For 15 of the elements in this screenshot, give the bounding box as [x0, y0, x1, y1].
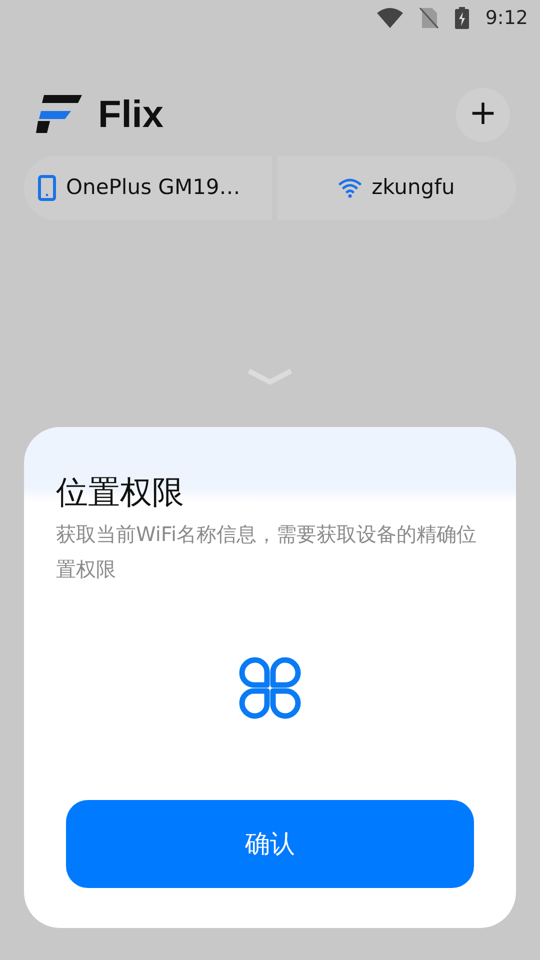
- wifi-chip[interactable]: zkungfu: [276, 156, 516, 220]
- wifi-signal-icon: [377, 8, 404, 28]
- status-time: 9:12: [485, 6, 528, 31]
- phone-icon: [38, 175, 56, 201]
- device-chip[interactable]: OnePlus GM19…: [24, 156, 272, 220]
- battery-charging-icon: [455, 7, 470, 29]
- no-sim-icon: [419, 7, 440, 29]
- flix-logo-icon: [36, 95, 82, 135]
- dialog-description: 获取当前WiFi名称信息，需要获取设备的精确位置权限: [56, 521, 478, 584]
- dialog-title: 位置权限: [56, 473, 185, 512]
- app-title: Flix: [98, 92, 164, 138]
- wifi-icon: [338, 177, 362, 199]
- add-button[interactable]: +: [456, 88, 510, 142]
- clover-icon: [239, 657, 301, 720]
- confirm-button[interactable]: 确认: [66, 800, 474, 888]
